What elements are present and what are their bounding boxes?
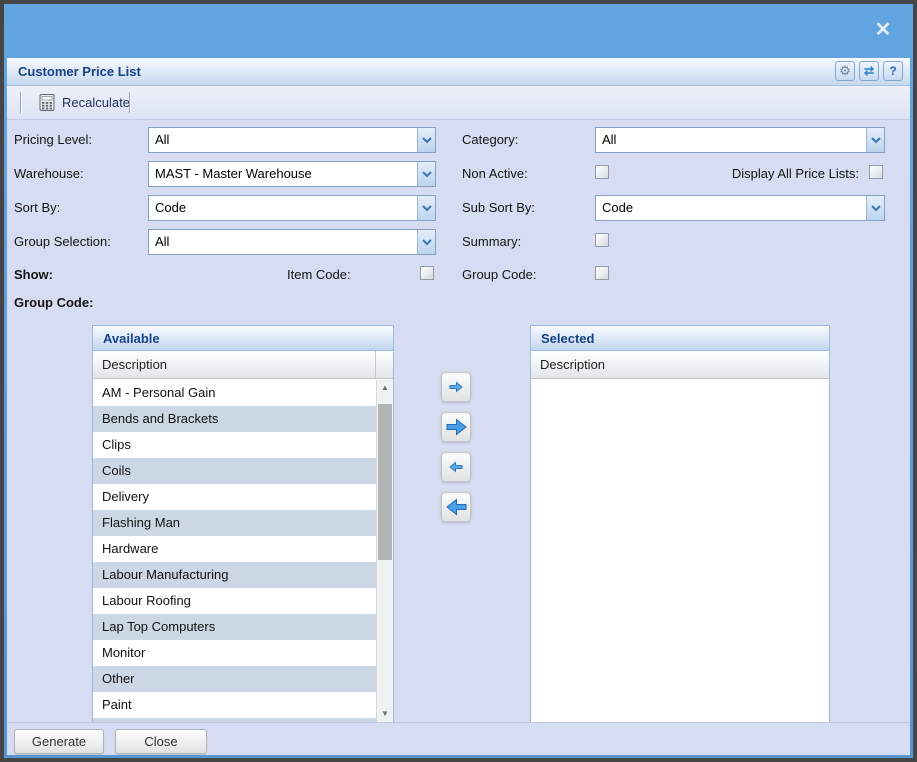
available-column-header[interactable]: Description: [93, 351, 393, 379]
chevron-down-icon[interactable]: [417, 230, 435, 254]
dialog-window: ✕ Customer Price List ⚙ ⇄ ?: [4, 4, 913, 758]
calculator-icon: [39, 94, 55, 111]
footer-bar: Generate Close: [7, 722, 910, 755]
pricing-level-label: Pricing Level:: [14, 132, 92, 147]
generate-button[interactable]: Generate: [14, 729, 104, 754]
list-item[interactable]: Paint: [93, 692, 376, 718]
list-item[interactable]: Flashing Man: [93, 510, 376, 536]
chevron-down-icon[interactable]: [417, 128, 435, 152]
scroll-down-icon[interactable]: ▼: [377, 706, 393, 722]
panel-header: Customer Price List ⚙ ⇄ ?: [7, 58, 910, 86]
move-all-left-button[interactable]: [441, 492, 471, 522]
help-icon[interactable]: ?: [883, 61, 903, 81]
selected-panel: Selected Description: [530, 325, 830, 723]
non-active-label: Non Active:: [462, 166, 528, 181]
selected-list: [531, 380, 829, 722]
category-select[interactable]: All: [595, 127, 885, 153]
pricing-level-value: All: [155, 128, 169, 152]
chevron-down-icon[interactable]: [866, 128, 884, 152]
group-code-section-label: Group Code:: [14, 295, 93, 310]
sub-sort-by-label: Sub Sort By:: [462, 200, 535, 215]
gear-icon[interactable]: ⚙: [835, 61, 855, 81]
show-label: Show:: [14, 267, 53, 282]
list-item[interactable]: Bends and Brackets: [93, 406, 376, 432]
display-all-price-lists-label: Display All Price Lists:: [647, 166, 859, 181]
toolbar-separator: [129, 92, 130, 113]
list-item[interactable]: Labour Manufacturing: [93, 562, 376, 588]
group-selection-label: Group Selection:: [14, 234, 111, 249]
list-item[interactable]: Monitor: [93, 640, 376, 666]
arrow-left-icon: [449, 461, 463, 473]
list-item[interactable]: Clips: [93, 432, 376, 458]
list-item[interactable]: Delivery: [93, 484, 376, 510]
item-code-checkbox[interactable]: [420, 266, 434, 280]
group-code-checkbox[interactable]: [595, 266, 609, 280]
page-title: Customer Price List: [18, 64, 141, 79]
chevron-down-icon[interactable]: [417, 196, 435, 220]
summary-checkbox[interactable]: [595, 233, 609, 247]
arrow-right-double-icon: [446, 418, 467, 436]
group-selection-select[interactable]: All: [148, 229, 436, 255]
move-left-button[interactable]: [441, 452, 471, 482]
chevron-down-icon[interactable]: [417, 162, 435, 186]
toolbar: Recalculate: [7, 86, 910, 120]
available-panel: Available Description AM - Personal Gain…: [92, 325, 394, 723]
move-all-right-button[interactable]: [441, 412, 471, 442]
selected-title: Selected: [531, 326, 829, 351]
recalculate-label: Recalculate: [62, 95, 130, 110]
list-item[interactable]: Other: [93, 666, 376, 692]
chevron-down-icon[interactable]: [866, 196, 884, 220]
list-item[interactable]: Coils: [93, 458, 376, 484]
recalculate-button[interactable]: Recalculate: [33, 90, 136, 115]
customer-price-list-dialog: ✕ Customer Price List ⚙ ⇄ ?: [0, 0, 917, 762]
refresh-icon[interactable]: ⇄: [859, 61, 879, 81]
titlebar: ✕: [4, 4, 913, 58]
arrow-right-icon: [449, 381, 463, 393]
category-label: Category:: [462, 132, 518, 147]
sub-sort-by-select[interactable]: Code: [595, 195, 885, 221]
list-item[interactable]: Lap Top Computers: [93, 614, 376, 640]
available-list: AM - Personal GainBends and BracketsClip…: [93, 380, 376, 722]
sub-sort-by-value: Code: [602, 196, 633, 220]
display-all-price-lists-checkbox[interactable]: [869, 165, 883, 179]
move-right-button[interactable]: [441, 372, 471, 402]
dialog-content: Customer Price List ⚙ ⇄ ?: [7, 58, 910, 755]
warehouse-value: MAST - Master Warehouse: [155, 162, 312, 186]
non-active-checkbox[interactable]: [595, 165, 609, 179]
scroll-up-icon[interactable]: ▲: [377, 380, 393, 396]
toolbar-separator: [20, 92, 21, 113]
scrollbar: ▲ ▼: [376, 380, 393, 722]
arrow-left-double-icon: [446, 498, 467, 516]
scrollbar-thumb[interactable]: [378, 404, 392, 560]
sort-by-select[interactable]: Code: [148, 195, 436, 221]
close-icon[interactable]: ✕: [869, 16, 897, 44]
group-code-label: Group Code:: [462, 267, 536, 282]
warehouse-label: Warehouse:: [14, 166, 84, 181]
list-item[interactable]: Hardware: [93, 536, 376, 562]
sort-by-value: Code: [155, 196, 186, 220]
list-item[interactable]: Labour Roofing: [93, 588, 376, 614]
list-item[interactable]: AM - Personal Gain: [93, 380, 376, 406]
category-value: All: [602, 128, 616, 152]
selected-column-header[interactable]: Description: [531, 351, 829, 379]
group-selection-value: All: [155, 230, 169, 254]
item-code-label: Item Code:: [287, 267, 351, 282]
sort-by-label: Sort By:: [14, 200, 60, 215]
pricing-level-select[interactable]: All: [148, 127, 436, 153]
summary-label: Summary:: [462, 234, 521, 249]
header-tools: ⚙ ⇄ ?: [835, 61, 903, 81]
available-title: Available: [93, 326, 393, 351]
warehouse-select[interactable]: MAST - Master Warehouse: [148, 161, 436, 187]
close-button[interactable]: Close: [115, 729, 207, 754]
